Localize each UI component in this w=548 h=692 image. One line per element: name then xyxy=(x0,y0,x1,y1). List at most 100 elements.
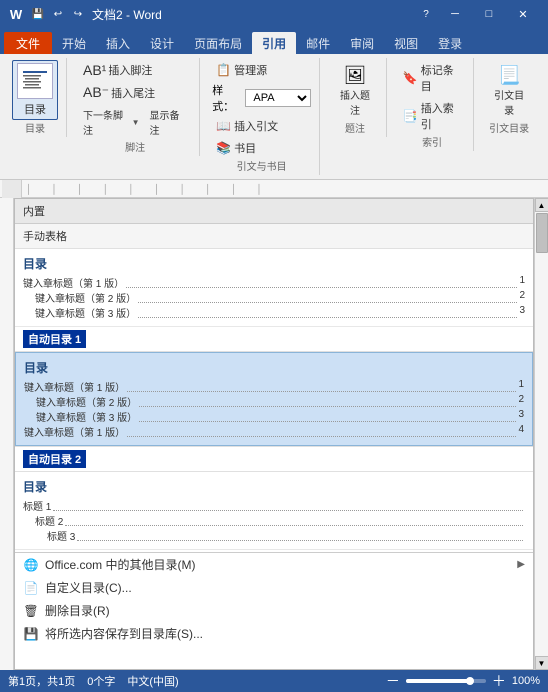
dropdown-header: 内置 xyxy=(15,199,533,224)
toa-content: 📃 引文目录 xyxy=(486,60,532,120)
arrow-right-icon: ▶ xyxy=(517,559,525,570)
word-logo-icon: W xyxy=(8,6,24,22)
minimize-button[interactable]: ─ xyxy=(438,0,472,28)
scroll-thumb[interactable] xyxy=(536,213,548,253)
scroll-down-button[interactable]: ▼ xyxy=(535,656,548,670)
delete-icon: 🗑 xyxy=(23,603,39,619)
toc-dropdown-panel: 内置 手动表格 目录 键入章标题（第 1 版） 1 键入章标题（第 2 版） 2 xyxy=(14,198,534,670)
tab-login[interactable]: 登录 xyxy=(428,32,472,54)
ribbon-content: 目录 目录 AB¹ 插入脚注 AB⁻ 插入尾注 下一条脚注 ▼ xyxy=(0,54,548,180)
tab-view[interactable]: 视图 xyxy=(384,32,428,54)
toa-group-label: 引文目录 xyxy=(489,120,529,135)
close-button[interactable]: ✕ xyxy=(506,0,540,28)
auto-toc-2-line-2: 标题 2 xyxy=(23,513,525,528)
mark-entry-button[interactable]: 🔖 标记条目 xyxy=(399,60,466,96)
captions-group: 🖼 插入题注 题注 xyxy=(328,58,387,137)
window-controls: ─ □ ✕ xyxy=(438,0,540,28)
status-right: － ＋ 100% xyxy=(386,671,540,691)
auto-section-2: 自动目录 2 xyxy=(15,446,533,472)
zoom-plus-button[interactable]: ＋ xyxy=(492,671,506,691)
footnote-group: AB¹ 插入脚注 AB⁻ 插入尾注 下一条脚注 ▼ 显示备注 xyxy=(75,58,200,156)
index-group: 🔖 标记条目 📑 插入索引 索引 xyxy=(395,58,475,151)
menu-item-custom[interactable]: 📄 自定义目录(C)... xyxy=(15,576,533,599)
tab-layout[interactable]: 页面布局 xyxy=(184,32,252,54)
tab-file[interactable]: 文件 xyxy=(4,32,52,54)
custom-icon: 📄 xyxy=(23,580,39,596)
ruler: ││││││││││ xyxy=(0,180,548,198)
toa-icon: 📃 xyxy=(497,63,521,87)
auto-toc-1-item[interactable]: 目录 键入章标题（第 1 版） 1 键入章标题（第 2 版） 2 键入章标题（第… xyxy=(15,352,533,446)
insert-index-button[interactable]: 📑 插入索引 xyxy=(399,98,466,134)
toa-group: 📃 引文目录 引文目录 xyxy=(482,58,540,137)
citation-group: 📋 管理源 样式： APA MLA Chicago 📖 插入引文 📚 xyxy=(208,58,320,175)
auto-toc-2-item[interactable]: 目录 标题 1 标题 2 标题 3 xyxy=(15,472,533,550)
auto-section-1: 自动目录 1 xyxy=(15,327,533,352)
titlebar: W 💾 ↩ ↪ 文档2 - Word ? ─ □ ✕ xyxy=(0,0,548,28)
right-scrollbar[interactable]: ▲ ▼ xyxy=(534,198,548,670)
tab-start[interactable]: 开始 xyxy=(52,32,96,54)
menu-item-office[interactable]: 🌐 Office.com 中的其他目录(M) ▶ xyxy=(15,553,533,576)
zoom-fill xyxy=(406,679,470,683)
insert-citation-button[interactable]: 📖 插入引文 xyxy=(212,116,311,136)
scroll-track[interactable] xyxy=(536,213,548,655)
zoom-minus-button[interactable]: － xyxy=(386,671,400,691)
tab-design[interactable]: 设计 xyxy=(140,32,184,54)
save-icon[interactable]: 💾 xyxy=(30,6,46,22)
tab-reference[interactable]: 引用 xyxy=(252,32,296,54)
ribbon-tabs: 文件 开始 插入 设计 页面布局 引用 邮件 审阅 视图 登录 xyxy=(0,28,548,54)
manual-toc-item[interactable]: 目录 键入章标题（第 1 版） 1 键入章标题（第 2 版） 2 键入章标题（第… xyxy=(15,249,533,327)
citation-style-select[interactable]: APA MLA Chicago xyxy=(245,89,311,107)
save-toc-icon: 💾 xyxy=(23,626,39,642)
insert-endnote-button[interactable]: AB⁻ 插入尾注 xyxy=(79,82,191,103)
manual-toc-title: 目录 xyxy=(23,255,525,272)
ruler-marks: ││││││││││ xyxy=(22,184,546,194)
menu-item-delete[interactable]: 🗑 删除目录(R) xyxy=(15,599,533,622)
zoom-bar[interactable] xyxy=(406,679,486,683)
manage-source-button[interactable]: 📋 管理源 xyxy=(212,60,311,80)
citation-icon: 📖 xyxy=(216,119,231,133)
chevron-down-icon: ▼ xyxy=(132,118,140,127)
auto-toc-2-line-3: 标题 3 xyxy=(23,528,525,543)
auto-toc-2-line-1: 标题 1 xyxy=(23,498,525,513)
zoom-thumb[interactable] xyxy=(466,677,474,685)
manual-section-label: 手动表格 xyxy=(15,224,533,249)
language-status: 中文(中国) xyxy=(127,673,178,689)
help-icon[interactable]: ? xyxy=(418,6,434,22)
toc-line-2: 键入章标题（第 2 版） 2 xyxy=(23,290,525,305)
toc-line-1: 键入章标题（第 1 版） 1 xyxy=(23,275,525,290)
toc-icon xyxy=(17,63,53,99)
toc-group-label: 目录 xyxy=(25,120,45,135)
toc-button[interactable]: 目录 xyxy=(12,60,58,120)
captions-content: 🖼 插入题注 xyxy=(332,60,378,120)
next-footnote-button[interactable]: 下一条脚注 ▼ xyxy=(79,105,143,139)
window-title: 文档2 - Word xyxy=(92,6,162,23)
menu-item-save[interactable]: 💾 将所选内容保存到目录库(S)... xyxy=(15,622,533,645)
footnote-icon: AB¹ xyxy=(83,62,106,78)
toc-line-3: 键入章标题（第 3 版） 3 xyxy=(23,305,525,320)
titlebar-left: W 💾 ↩ ↪ 文档2 - Word xyxy=(8,6,162,23)
redo-icon[interactable]: ↪ xyxy=(70,6,86,22)
zoom-level: 100% xyxy=(512,675,540,687)
auto-toc-1-line-3: 键入章标题（第 3 版） 3 xyxy=(24,409,524,424)
index-content: 🔖 标记条目 📑 插入索引 xyxy=(399,60,466,134)
insert-footnote-button[interactable]: AB¹ 插入脚注 xyxy=(79,60,191,80)
bibliography-button[interactable]: 📚 书目 xyxy=(212,138,311,158)
auto-toc-1-line-1: 键入章标题（第 1 版） 1 xyxy=(24,379,524,394)
manage-icon: 📋 xyxy=(216,63,231,77)
undo-icon[interactable]: ↩ xyxy=(50,6,66,22)
page-status: 第1页，共1页 xyxy=(8,673,75,689)
mark-icon: 🔖 xyxy=(403,71,418,85)
tab-review[interactable]: 审阅 xyxy=(340,32,384,54)
maximize-button[interactable]: □ xyxy=(472,0,506,28)
footnote-group-content: AB¹ 插入脚注 AB⁻ 插入尾注 下一条脚注 ▼ 显示备注 xyxy=(79,60,191,139)
document-area: 内置 手动表格 目录 键入章标题（第 1 版） 1 键入章标题（第 2 版） 2 xyxy=(14,198,534,670)
tab-mail[interactable]: 邮件 xyxy=(296,32,340,54)
tab-insert[interactable]: 插入 xyxy=(96,32,140,54)
statusbar: 第1页，共1页 0个字 中文(中国) － ＋ 100% xyxy=(0,670,548,692)
scroll-up-button[interactable]: ▲ xyxy=(535,198,548,212)
toa-button[interactable]: 📃 引文目录 xyxy=(486,60,532,120)
caption-icon: 🖼 xyxy=(343,63,367,87)
citation-group-label: 引文与书目 xyxy=(237,158,287,173)
show-notes-button[interactable]: 显示备注 xyxy=(145,105,191,139)
insert-caption-button[interactable]: 🖼 插入题注 xyxy=(332,60,378,120)
